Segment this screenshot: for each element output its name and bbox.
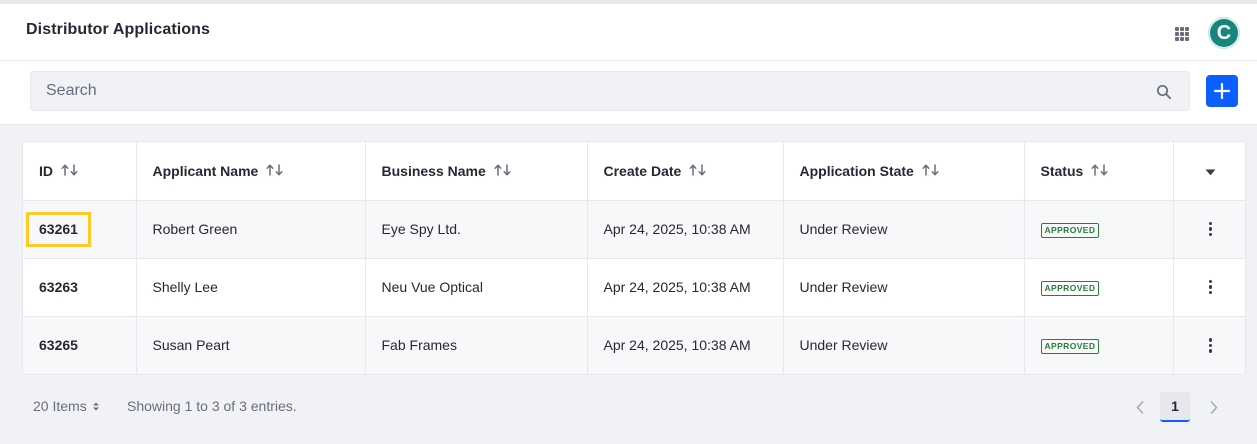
items-per-page-label: 20 Items xyxy=(33,398,87,414)
page-title: Distributor Applications xyxy=(26,21,211,38)
items-per-page-select[interactable]: 20 Items xyxy=(33,398,100,414)
sort-icon[interactable] xyxy=(494,163,512,179)
application-state-cell: Under Review xyxy=(783,258,1025,317)
column-options-dropdown[interactable] xyxy=(1173,142,1245,201)
table-row[interactable]: 63261 Robert Green Eye Spy Ltd. Apr 24, … xyxy=(23,200,1246,259)
application-state-cell: Under Review xyxy=(783,200,1025,259)
column-header-applicant-name[interactable]: Applicant Name xyxy=(136,142,366,201)
status-cell: APPROVED xyxy=(1024,316,1174,374)
add-button[interactable] xyxy=(1206,75,1238,107)
search-input[interactable] xyxy=(31,72,1151,110)
id-cell[interactable]: 63263 xyxy=(23,258,137,317)
applicant-name-cell: Shelly Lee xyxy=(136,258,366,317)
column-header-create-date[interactable]: Create Date xyxy=(587,142,784,201)
chevron-left-icon xyxy=(1136,400,1144,414)
business-name-cell: Fab Frames xyxy=(365,316,588,374)
column-header-business-name[interactable]: Business Name xyxy=(365,142,588,201)
pagination: 1 xyxy=(1130,392,1224,422)
business-name-cell: Neu Vue Optical xyxy=(365,258,588,317)
status-badge: APPROVED xyxy=(1040,223,1100,238)
status-cell: APPROVED xyxy=(1024,200,1174,259)
sort-icon[interactable] xyxy=(266,163,284,179)
search-icon[interactable] xyxy=(1156,84,1172,100)
plus-icon xyxy=(1213,82,1231,100)
row-actions[interactable] xyxy=(1173,200,1246,259)
page-button-current[interactable]: 1 xyxy=(1160,392,1190,422)
row-actions[interactable] xyxy=(1173,258,1246,317)
id-cell[interactable]: 63265 xyxy=(23,316,137,374)
kebab-menu-icon[interactable] xyxy=(1174,279,1246,295)
id-cell[interactable]: 63261 xyxy=(23,200,137,259)
pagination-bar: 20 Items Showing 1 to 3 of 3 entries. 1 xyxy=(0,384,1257,428)
highlighted-id[interactable]: 63261 xyxy=(26,211,91,247)
previous-page-button[interactable] xyxy=(1130,393,1150,421)
create-date-cell: Apr 24, 2025, 10:38 AM xyxy=(587,200,784,259)
sort-icon[interactable] xyxy=(1091,163,1109,179)
apps-grid-icon[interactable] xyxy=(1175,27,1189,41)
create-date-cell: Apr 24, 2025, 10:38 AM xyxy=(587,316,784,374)
sort-icon[interactable] xyxy=(689,163,707,179)
table-row[interactable]: 63265 Susan Peart Fab Frames Apr 24, 202… xyxy=(23,316,1246,374)
kebab-menu-icon[interactable] xyxy=(1174,221,1246,237)
sort-icon[interactable] xyxy=(61,163,79,179)
search-box xyxy=(30,71,1190,111)
sort-icon[interactable] xyxy=(922,163,940,179)
caret-down-icon xyxy=(1205,169,1216,176)
showing-entries-text: Showing 1 to 3 of 3 entries. xyxy=(127,398,297,414)
sort-caret-icon xyxy=(92,402,99,410)
applications-table: ID Applicant Name Business Name Create D… xyxy=(22,141,1246,375)
chevron-right-icon xyxy=(1210,400,1218,414)
column-header-id[interactable]: ID xyxy=(23,142,137,201)
column-header-application-state[interactable]: Application State xyxy=(783,142,1025,201)
kebab-menu-icon[interactable] xyxy=(1174,338,1246,353)
search-bar xyxy=(0,61,1257,125)
column-header-status[interactable]: Status xyxy=(1024,142,1174,201)
business-name-cell: Eye Spy Ltd. xyxy=(365,200,588,259)
create-date-cell: Apr 24, 2025, 10:38 AM xyxy=(587,258,784,317)
user-avatar[interactable]: C xyxy=(1208,17,1240,49)
status-badge: APPROVED xyxy=(1040,339,1100,355)
row-actions[interactable] xyxy=(1173,316,1246,374)
status-cell: APPROVED xyxy=(1024,258,1174,317)
table-row[interactable]: 63263 Shelly Lee Neu Vue Optical Apr 24,… xyxy=(23,258,1246,317)
applicant-name-cell: Susan Peart xyxy=(136,316,366,374)
next-page-button[interactable] xyxy=(1204,393,1224,421)
status-badge: APPROVED xyxy=(1040,281,1100,296)
application-state-cell: Under Review xyxy=(783,316,1025,374)
app-header: Distributor Applications C xyxy=(0,0,1257,61)
table-header-row: ID Applicant Name Business Name Create D… xyxy=(23,142,1245,201)
applicant-name-cell: Robert Green xyxy=(136,200,366,259)
